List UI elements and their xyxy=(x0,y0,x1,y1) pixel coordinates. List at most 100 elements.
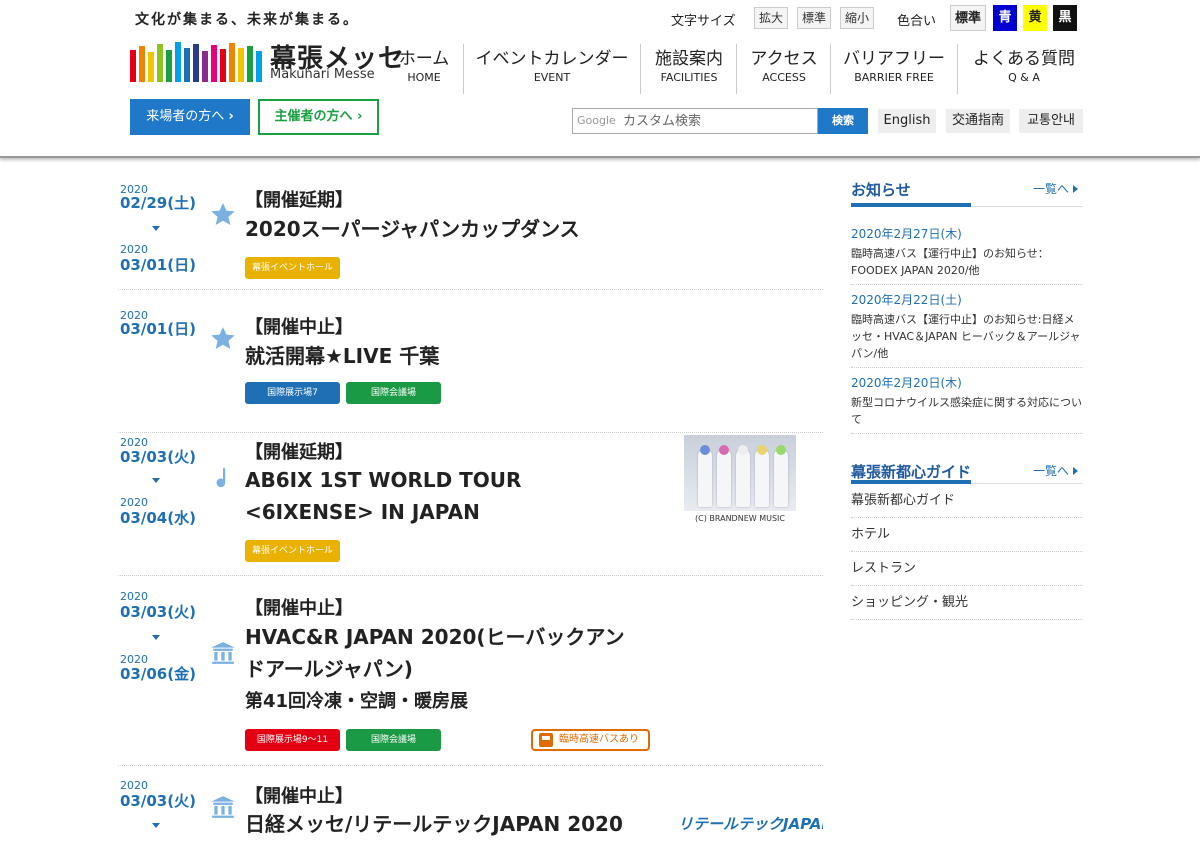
venue-tag[interactable]: 国際展示場7 xyxy=(245,382,340,404)
date-range-arrow-icon xyxy=(152,478,160,483)
organizer-button[interactable]: 主催者の方へ › xyxy=(258,99,379,135)
event-title-line2[interactable]: ドアールジャパン) xyxy=(245,653,413,685)
bus-icon xyxy=(539,733,553,747)
news-text[interactable]: 臨時高速バス【運行中止】のお知らせ：FOODEX JAPAN 2020/他 xyxy=(851,245,1083,279)
building-icon xyxy=(211,796,235,818)
nav-barrier-free[interactable]: バリアフリー BARRIER FREE xyxy=(838,44,950,94)
news-item[interactable]: 2020年2月22日(土) 臨時高速バス【運行中止】のお知らせ:日経メッセ・HV… xyxy=(851,285,1083,368)
nav-access-sublabel: ACCESS xyxy=(762,71,806,84)
event-subtitle[interactable]: 第41回冷凍・空調・暖房展 xyxy=(245,686,468,718)
visitor-button-label: 来場者の方へ xyxy=(146,109,225,124)
event-title[interactable]: 2020スーパージャパンカップダンス xyxy=(245,213,580,245)
news-item[interactable]: 2020年2月20日(木) 新型コロナウイルス感染症に関する対応について xyxy=(851,368,1083,434)
nav-divider xyxy=(736,44,737,94)
chevron-right-icon: › xyxy=(357,109,363,124)
event-item[interactable]: 2020 03/03(火) 【開催中止】 日経メッセ/リテールテックJAPAN … xyxy=(118,766,823,842)
nav-event-label: イベントカレンダー xyxy=(475,49,629,69)
nav-facilities-label: 施設案内 xyxy=(655,49,723,69)
express-bus-badge[interactable]: 臨時高速バスあり xyxy=(531,729,650,751)
guide-item[interactable]: ショッピング・観光 xyxy=(851,586,1083,620)
nav-qa[interactable]: よくある質問 Q & A xyxy=(965,44,1083,94)
guide-item[interactable]: ホテル xyxy=(851,518,1083,552)
guide-item[interactable]: レストラン xyxy=(851,552,1083,586)
nav-qa-sublabel: Q & A xyxy=(1008,71,1040,84)
news-text[interactable]: 新型コロナウイルス感染症に関する対応について xyxy=(851,394,1083,428)
tagline: 文化が集まる、未来が集まる。 xyxy=(135,12,359,28)
end-date: 03/01(日) xyxy=(120,256,196,274)
nav-divider xyxy=(463,44,464,94)
guide-item[interactable]: 幕張新都心ガイド xyxy=(851,484,1083,518)
nav-facilities[interactable]: 施設案内 FACILITIES xyxy=(648,44,730,94)
venue-tag[interactable]: 幕張イベントホール xyxy=(245,257,340,279)
start-date: 03/01(日) xyxy=(120,320,196,338)
nav-divider xyxy=(640,44,641,94)
lang-english-button[interactable]: English xyxy=(878,109,936,133)
site-header: 文化が集まる、未来が集まる。 幕張メッセ Makuhari Messe 文字サイ… xyxy=(0,0,1200,158)
event-title[interactable]: AB6IX 1ST WORLD TOUR xyxy=(245,464,521,496)
news-title: お知らせ xyxy=(851,181,911,199)
date-range-arrow-icon xyxy=(152,823,160,828)
nav-barrier-free-sublabel: BARRIER FREE xyxy=(854,71,934,84)
event-item[interactable]: 2020 03/03(火) 2020 03/06(金) 【開催中止】 HVAC&… xyxy=(118,576,823,766)
start-date: 03/03(火) xyxy=(120,603,196,621)
color-standard-button[interactable]: 標準 xyxy=(950,5,986,31)
nav-home[interactable]: ホーム HOME xyxy=(392,44,456,94)
nav-access-label: アクセス xyxy=(750,49,818,69)
event-item[interactable]: 2020 03/03(火) 2020 03/04(水) 【開催延期】 AB6IX… xyxy=(118,433,823,576)
font-enlarge-button[interactable]: 拡大 xyxy=(754,7,788,29)
news-date: 2020年2月20日(木) xyxy=(851,376,962,390)
event-status: 【開催中止】 xyxy=(245,598,353,619)
end-date: 03/04(水) xyxy=(120,509,196,527)
news-text[interactable]: 臨時高速バス【運行中止】のお知らせ:日経メッセ・HVAC＆JAPAN ヒーバック… xyxy=(851,311,1083,362)
event-title[interactable]: HVAC&R JAPAN 2020(ヒーバックアン xyxy=(245,621,625,653)
venue-tag[interactable]: 国際会議場 xyxy=(346,729,441,751)
color-theme-label: 色合い xyxy=(897,14,937,29)
guide-more-link[interactable]: 一覧へ xyxy=(1033,462,1078,479)
visitor-button[interactable]: 来場者の方へ › xyxy=(130,99,250,135)
guide-title-underline xyxy=(851,480,971,484)
color-blue-button[interactable]: 青 xyxy=(993,5,1017,31)
building-icon xyxy=(211,642,235,664)
venue-tag[interactable]: 国際展示場9～11 xyxy=(245,729,340,751)
guide-header: 幕張新都心ガイド 一覧へ xyxy=(851,434,1083,484)
event-status: 【開催中止】 xyxy=(245,317,353,338)
nav-event[interactable]: イベントカレンダー EVENT xyxy=(471,44,633,94)
nav-home-sublabel: HOME xyxy=(407,71,441,84)
event-photo[interactable] xyxy=(684,435,796,511)
nav-qa-label: よくある質問 xyxy=(973,49,1075,69)
venue-tag[interactable]: 幕張イベントホール xyxy=(245,540,340,562)
logo-text-en: Makuhari Messe xyxy=(270,67,375,82)
nav-divider xyxy=(830,44,831,94)
chevron-right-icon: › xyxy=(228,109,234,124)
color-yellow-button[interactable]: 黄 xyxy=(1023,5,1047,31)
nav-facilities-sublabel: FACILITIES xyxy=(660,71,718,84)
font-size-label: 文字サイズ xyxy=(671,14,736,29)
nav-access[interactable]: アクセス ACCESS xyxy=(744,44,824,94)
lang-chinese-button[interactable]: 交通指南 xyxy=(946,109,1010,133)
photo-credit: (C) BRANDNEW MUSIC xyxy=(695,514,785,523)
search-button[interactable]: 検索 xyxy=(818,108,868,134)
partner-logo[interactable]: リテールテックJAPAN xyxy=(678,813,823,834)
start-date: 02/29(土) xyxy=(120,194,196,212)
organizer-button-label: 主催者の方へ xyxy=(274,109,353,124)
star-icon xyxy=(211,203,235,225)
venue-tag[interactable]: 国際会議場 xyxy=(346,382,441,404)
event-title[interactable]: 日経メッセ/リテールテックJAPAN 2020 xyxy=(245,808,623,840)
news-item[interactable]: 2020年2月27日(木) 臨時高速バス【運行中止】のお知らせ：FOODEX J… xyxy=(851,207,1083,285)
news-date: 2020年2月22日(土) xyxy=(851,293,962,307)
site-logo[interactable]: 幕張メッセ Makuhari Messe xyxy=(130,38,404,84)
event-list: 2020 02/29(土) 2020 03/01(日) 【開催延期】 2020ス… xyxy=(118,160,823,842)
news-more-link[interactable]: 一覧へ xyxy=(1033,180,1078,197)
search-input[interactable] xyxy=(623,112,813,130)
color-black-button[interactable]: 黒 xyxy=(1053,5,1077,31)
star-icon xyxy=(211,327,235,349)
event-item[interactable]: 2020 03/01(日) 【開催中止】 就活開幕★LIVE 千葉 国際展示場7… xyxy=(118,290,823,433)
event-status: 【開催延期】 xyxy=(245,190,353,211)
event-title-line2[interactable]: <6IXENSE> IN JAPAN xyxy=(245,496,480,528)
lang-korean-button[interactable]: 교통안내 xyxy=(1019,109,1083,133)
font-standard-button[interactable]: 標準 xyxy=(797,7,831,29)
event-item[interactable]: 2020 02/29(土) 2020 03/01(日) 【開催延期】 2020ス… xyxy=(118,160,823,290)
font-shrink-button[interactable]: 縮小 xyxy=(840,7,874,29)
sidebar: お知らせ 一覧へ 2020年2月27日(木) 臨時高速バス【運行中止】のお知らせ… xyxy=(851,160,1083,620)
event-title[interactable]: 就活開幕★LIVE 千葉 xyxy=(245,340,439,372)
